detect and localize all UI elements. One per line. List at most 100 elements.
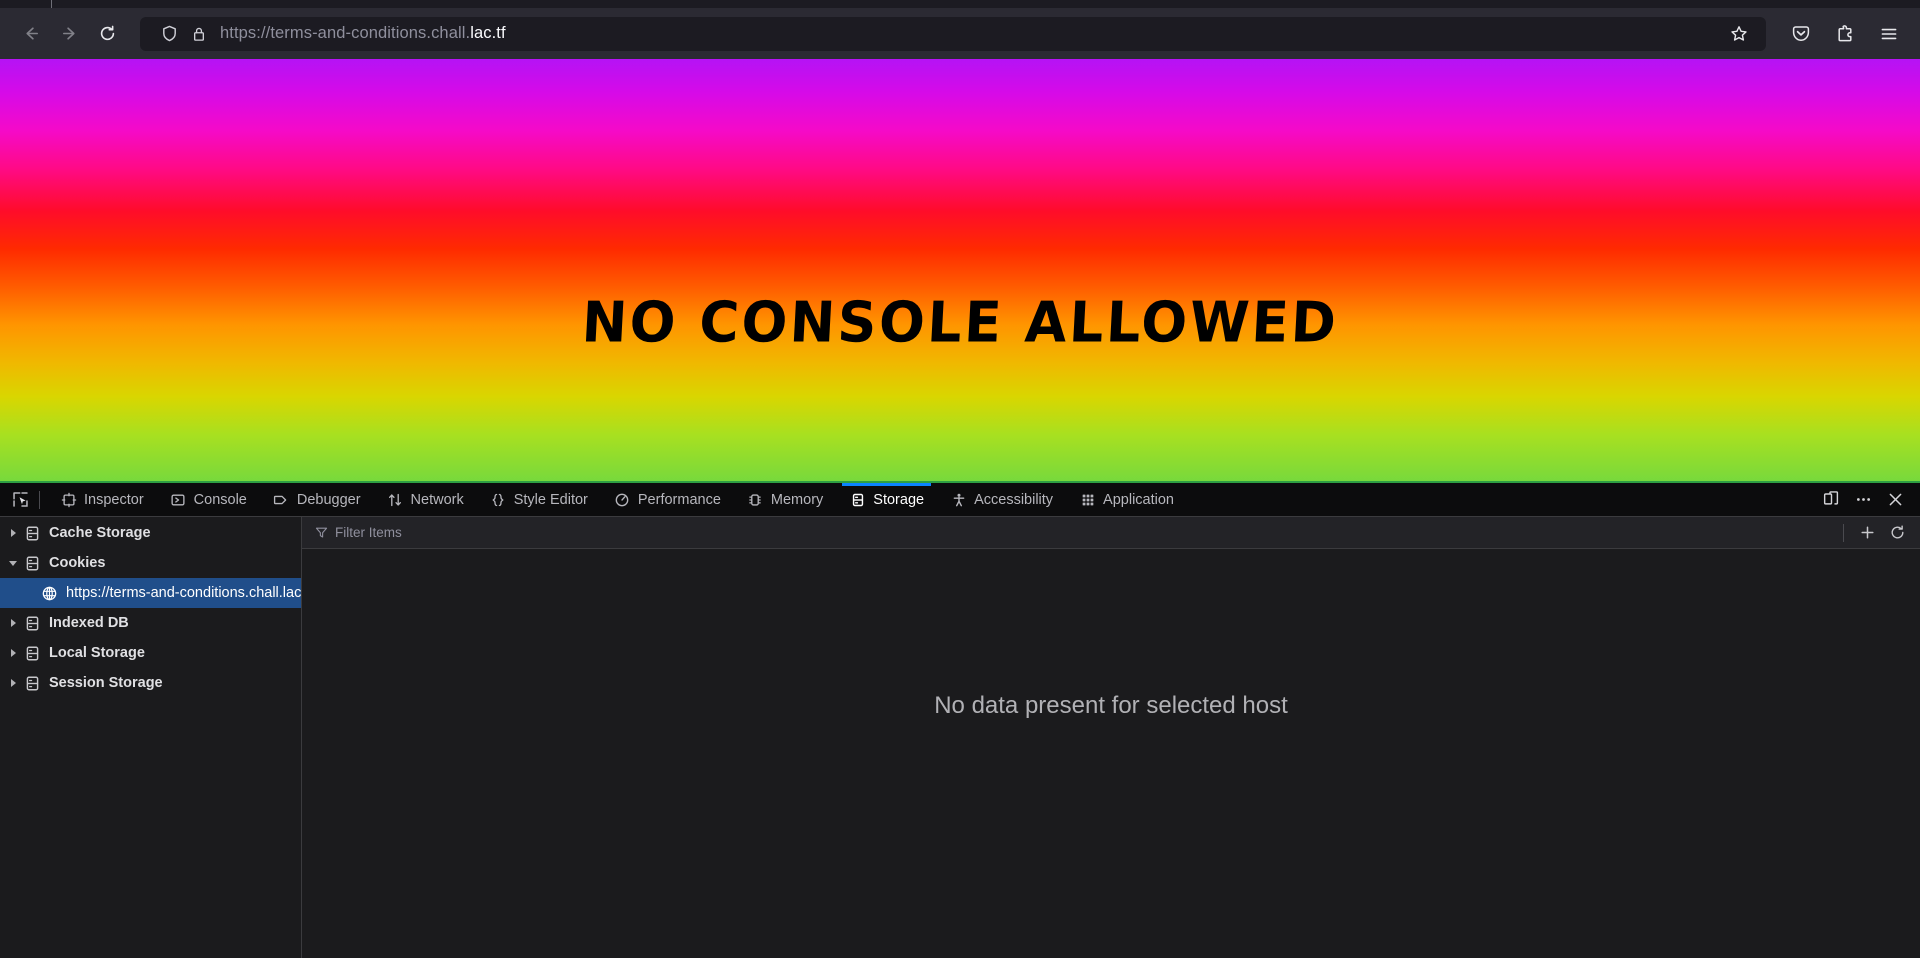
tab-memory[interactable]: Memory [734,483,836,516]
tab-storage[interactable]: Storage [836,483,937,516]
tree-item-label: Cookies [49,555,106,571]
close-devtools-button[interactable] [1880,486,1910,514]
filter-input[interactable]: Filter Items [314,525,1843,540]
database-icon [22,673,42,693]
application-menu-button[interactable] [1870,17,1908,51]
chevron-right-icon[interactable] [4,524,22,542]
database-icon [22,613,42,633]
memory-icon [747,491,764,508]
close-icon [1889,493,1901,506]
forward-button[interactable] [50,17,88,51]
element-picker-button[interactable] [4,486,36,514]
tree-item-cache-storage[interactable]: Cache Storage [0,518,301,548]
add-item-button[interactable] [1852,520,1882,546]
toolbar-right-actions [1776,17,1908,51]
url-prefix: https://terms-and-conditions.chall. [220,24,471,42]
tab-console[interactable]: Console [157,483,260,516]
storage-tree-sidebar: Cache Storage Cookies https://terms-and-… [0,517,302,958]
shield-icon[interactable] [154,19,184,49]
tab-debugger[interactable]: Debugger [260,483,374,516]
filter-funnel-icon [314,526,328,540]
empty-state-message: No data present for selected host [934,692,1288,719]
tree-item-label: Session Storage [49,675,163,691]
style-editor-icon [490,491,507,508]
arrow-left-icon [25,27,38,40]
tab-label: Application [1103,491,1174,508]
lock-icon[interactable] [184,19,214,49]
tree-item-label: Local Storage [49,645,145,661]
url-bar-container: https://terms-and-conditions.chall.lac.t… [140,16,1766,51]
storage-filter-bar: Filter Items [302,517,1920,549]
responsive-design-mode-button[interactable] [1816,486,1846,514]
tab-strip [0,0,1920,8]
tab-network[interactable]: Network [374,483,477,516]
browser-window: https://terms-and-conditions.chall.lac.t… [0,0,1920,958]
tab-label: Network [410,491,464,508]
element-picker-icon [12,492,28,507]
url-bar[interactable]: https://terms-and-conditions.chall.lac.t… [140,16,1766,51]
refresh-items-button[interactable] [1882,520,1912,546]
tab-label: Storage [873,491,925,508]
console-icon [170,491,187,508]
tab-application[interactable]: Application [1066,483,1187,516]
extensions-icon [1838,24,1852,41]
accessibility-icon [950,491,967,508]
toolbar-divider [39,490,40,509]
devtools-options-button[interactable] [1848,486,1878,514]
reload-icon [100,25,114,41]
responsive-design-mode-icon [1823,491,1838,505]
tree-item-label: Cache Storage [49,525,151,541]
tab-separator [51,0,52,8]
tab-inspector[interactable]: Inspector [47,483,157,516]
devtools-toolbar-actions [1816,486,1914,514]
inspector-icon [60,491,77,508]
performance-icon [614,491,631,508]
empty-state-container: No data present for selected host [302,549,1920,958]
chevron-right-icon[interactable] [4,614,22,632]
tab-label: Style Editor [513,491,588,508]
debugger-icon [273,491,290,508]
arrow-right-icon [62,27,75,40]
reload-button[interactable] [88,17,126,51]
tab-style-editor[interactable]: Style Editor [477,483,601,516]
storage-icon [849,491,866,508]
extensions-button[interactable] [1826,17,1864,51]
globe-icon [40,584,58,602]
hamburger-menu-icon [1881,28,1897,39]
tree-item-indexed-db[interactable]: Indexed DB [0,608,301,638]
tab-performance[interactable]: Performance [601,483,734,516]
chevron-right-icon[interactable] [4,644,22,662]
bookmark-star-button[interactable] [1722,19,1756,49]
tree-item-session-storage[interactable]: Session Storage [0,668,301,698]
database-icon [22,523,42,543]
tab-label: Accessibility [974,491,1054,508]
filter-placeholder: Filter Items [335,525,402,540]
storage-main-pane: Filter Items No data present for selecte… [302,517,1920,958]
tree-item-cookie-host[interactable]: https://terms-and-conditions.chall.lac.t… [0,578,301,608]
network-icon [387,491,404,508]
url-domain: lac.tf [470,24,506,42]
chevron-right-icon[interactable] [4,674,22,692]
star-icon [1731,25,1747,41]
tab-label: Inspector [84,491,144,508]
filter-bar-actions [1843,520,1920,546]
page-viewport: NO CONSOLE ALLOWED [0,59,1920,481]
application-icon [1079,491,1096,508]
url-text[interactable]: https://terms-and-conditions.chall.lac.t… [214,24,1722,43]
tab-label: Debugger [296,491,361,508]
back-button[interactable] [12,17,50,51]
devtools-body: Cache Storage Cookies https://terms-and-… [0,517,1920,958]
database-icon [22,553,42,573]
chevron-down-icon[interactable] [4,554,22,572]
tree-item-local-storage[interactable]: Local Storage [0,638,301,668]
tree-item-label: Indexed DB [49,615,129,631]
refresh-icon [1891,525,1903,539]
tab-label: Console [193,491,247,508]
pocket-button[interactable] [1782,17,1820,51]
tab-label: Performance [637,491,721,508]
tab-accessibility[interactable]: Accessibility [937,483,1066,516]
filter-bar-divider [1843,523,1844,542]
meatball-menu-icon [1856,498,1870,501]
tree-item-cookies[interactable]: Cookies [0,548,301,578]
devtools-panel: Inspector Console Debugger Network Style… [0,481,1920,958]
